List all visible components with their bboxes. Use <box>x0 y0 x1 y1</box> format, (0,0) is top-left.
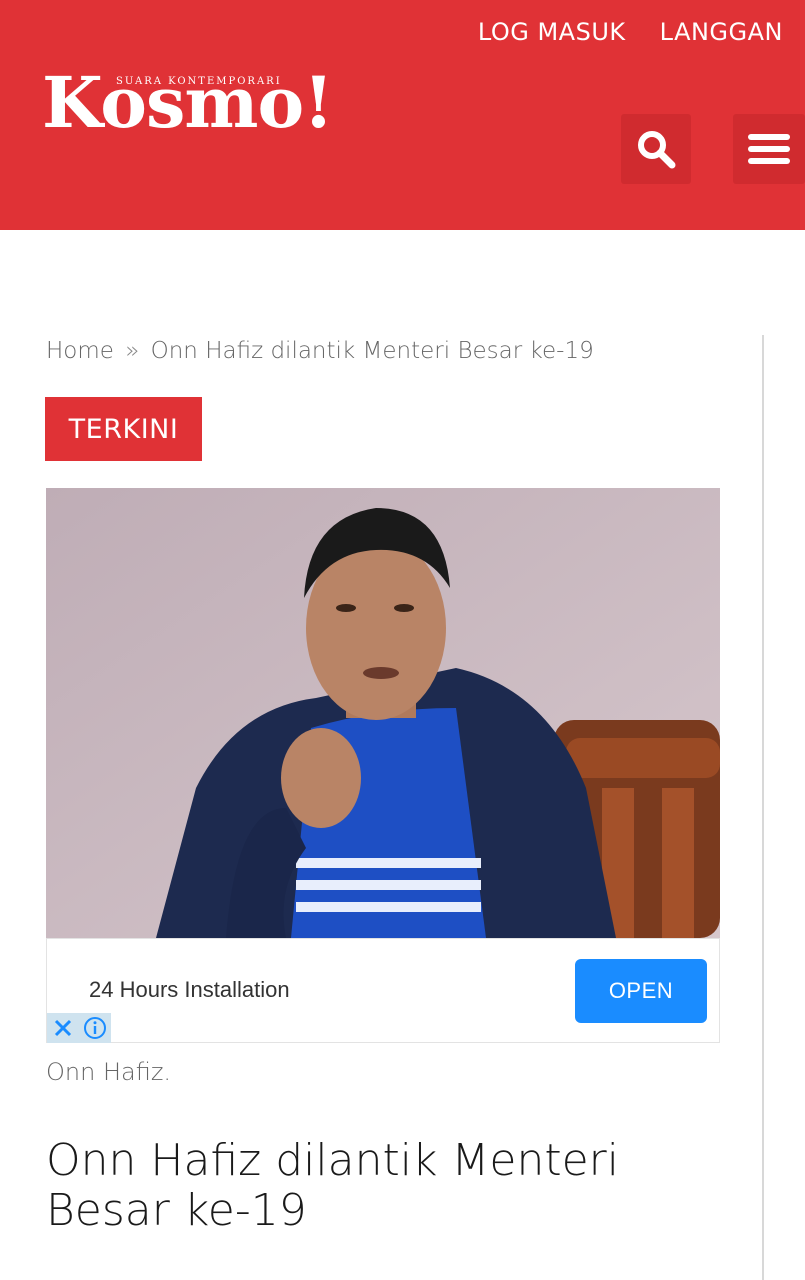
breadcrumb-home-link[interactable]: Home <box>46 338 114 364</box>
search-icon <box>638 131 676 169</box>
ad-banner[interactable]: 24 Hours Installation OPEN <box>46 938 720 1043</box>
search-button[interactable] <box>621 114 691 184</box>
breadcrumb-current: Onn Hafiz dilantik Menteri Besar ke-19 <box>150 338 594 364</box>
ad-open-button[interactable]: OPEN <box>575 959 707 1023</box>
site-header: LOG MASUK LANGGAN Kosmo! SUARA KONTEMPOR… <box>0 0 805 230</box>
ad-info-button[interactable] <box>79 1013 111 1043</box>
article-photo <box>46 488 720 938</box>
login-link[interactable]: LOG MASUK <box>478 18 626 46</box>
article-headline: Onn Hafiz dilantik Menteri Besar ke-19 <box>46 1135 619 1236</box>
close-icon <box>54 1019 72 1037</box>
subscribe-link[interactable]: LANGGAN <box>660 18 783 46</box>
category-badge[interactable]: TERKINI <box>45 397 202 461</box>
menu-button[interactable] <box>733 114 805 184</box>
logo-tagline: SUARA KONTEMPORARI <box>116 76 282 87</box>
breadcrumb: Home » Onn Hafiz dilantik Menteri Besar … <box>46 338 594 364</box>
top-links: LOG MASUK LANGGAN <box>478 18 783 46</box>
ad-text: 24 Hours Installation <box>89 977 290 1002</box>
photo-caption: Onn Hafiz. <box>46 1058 172 1086</box>
info-icon <box>84 1017 106 1039</box>
site-logo[interactable]: Kosmo! SUARA KONTEMPORARI <box>42 68 372 154</box>
breadcrumb-separator: » <box>125 338 140 364</box>
ad-close-button[interactable] <box>47 1013 79 1043</box>
photo-illustration <box>46 488 720 938</box>
hamburger-menu-icon <box>748 134 790 164</box>
ad-controls <box>47 1013 111 1043</box>
sidebar-divider <box>762 335 764 1280</box>
